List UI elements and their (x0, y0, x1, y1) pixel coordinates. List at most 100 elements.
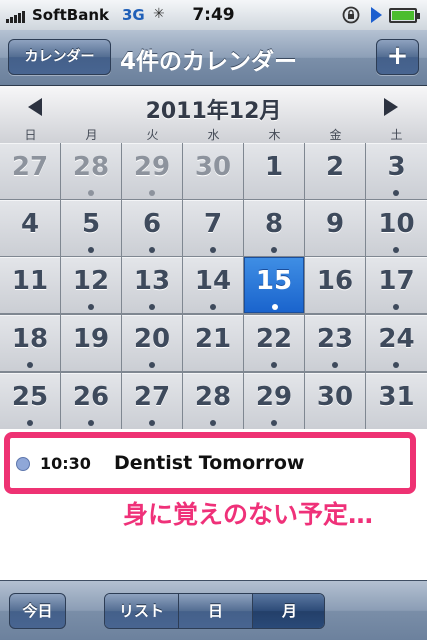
day-cell[interactable]: 28 (183, 373, 243, 429)
event-list: 10:30 Dentist Tomorrow 身に覚えのない予定… (0, 429, 427, 580)
day-cell[interactable]: 28 (61, 143, 121, 199)
day-number: 24 (378, 324, 415, 354)
event-dot-icon (210, 420, 216, 426)
day-cell[interactable]: 27 (0, 143, 60, 199)
day-cell[interactable]: 2 (305, 143, 365, 199)
day-number: 21 (194, 324, 232, 354)
rotation-lock-icon (342, 6, 360, 24)
segment-month[interactable]: 月 (253, 594, 324, 628)
day-cell[interactable]: 21 (183, 315, 243, 371)
day-cell[interactable]: 24 (366, 315, 427, 371)
day-number: 2 (325, 152, 345, 182)
day-number: 25 (11, 382, 49, 412)
day-number: 30 (316, 382, 354, 412)
day-number: 13 (133, 266, 171, 296)
day-cell[interactable]: 22 (244, 315, 304, 371)
day-cell[interactable]: 19 (61, 315, 121, 371)
day-cell[interactable]: 29 (122, 143, 182, 199)
day-number: 6 (142, 209, 162, 239)
day-cell[interactable]: 4 (0, 200, 60, 256)
event-dot-icon (149, 420, 155, 426)
day-cell[interactable]: 6 (122, 200, 182, 256)
status-bar: SoftBank 3G ✳ 7:49 (0, 0, 427, 30)
month-title: 2011年12月 (145, 99, 282, 124)
event-dot-icon (393, 247, 399, 253)
day-number: 30 (194, 152, 232, 182)
event-time: 10:30 (40, 454, 91, 473)
view-segmented-control: リスト 日 月 (104, 593, 325, 629)
next-month-arrow-icon[interactable] (384, 98, 398, 116)
event-dot-icon (332, 362, 338, 368)
day-number: 10 (378, 209, 415, 239)
today-button[interactable]: 今日 (9, 593, 66, 629)
event-dot-icon (271, 247, 277, 253)
event-dot-icon (272, 304, 278, 310)
day-cell[interactable]: 12 (61, 257, 121, 313)
day-cell[interactable]: 11 (0, 257, 60, 313)
page-title: 4件のカレンダー (120, 49, 298, 75)
day-number: 26 (72, 382, 110, 412)
day-number: 8 (264, 209, 284, 239)
annotation-caption: 身に覚えのない予定… (122, 500, 373, 529)
event-dot-icon (149, 362, 155, 368)
day-number: 20 (133, 324, 171, 354)
event-row[interactable]: 10:30 Dentist Tomorrow (4, 432, 416, 494)
day-cell[interactable]: 30 (183, 143, 243, 199)
day-number: 22 (255, 324, 293, 354)
event-dot-icon (271, 362, 277, 368)
calendar-grid: 27 28 29 30 1 2 3 4 5 6 7 8 9 10 11 12 13 14 15 16 17 18 19 20 2… (0, 143, 427, 429)
day-cell[interactable]: 13 (122, 257, 182, 313)
day-cell[interactable]: 9 (305, 200, 365, 256)
day-number: 28 (194, 382, 232, 412)
weekday-label: 水 (207, 128, 220, 142)
weekday-label: 日 (24, 128, 37, 142)
day-number: 14 (194, 266, 232, 296)
day-cell[interactable]: 8 (244, 200, 304, 256)
navigation-bar: カレンダー 4件のカレンダー + (0, 30, 427, 86)
day-cell[interactable]: 26 (61, 373, 121, 429)
day-cell[interactable]: 7 (183, 200, 243, 256)
event-dot-icon (27, 362, 33, 368)
day-number: 29 (133, 152, 171, 182)
day-cell[interactable]: 25 (0, 373, 60, 429)
day-number: 9 (325, 209, 345, 239)
day-number: 18 (11, 324, 49, 354)
day-cell[interactable]: 16 (305, 257, 365, 313)
day-cell[interactable]: 20 (122, 315, 182, 371)
day-number: 11 (11, 266, 49, 296)
day-number: 17 (378, 266, 415, 296)
weekday-label: 土 (390, 128, 403, 142)
day-cell[interactable]: 3 (366, 143, 427, 199)
day-number: 31 (378, 382, 415, 412)
day-cell[interactable]: 31 (366, 373, 427, 429)
day-cell[interactable]: 27 (122, 373, 182, 429)
add-event-button[interactable]: + (376, 39, 419, 75)
weekday-label: 金 (329, 128, 342, 142)
weekday-label: 月 (85, 128, 98, 142)
day-cell[interactable]: 17 (366, 257, 427, 313)
day-number: 7 (203, 209, 223, 239)
day-cell[interactable]: 5 (61, 200, 121, 256)
day-cell[interactable]: 10 (366, 200, 427, 256)
day-cell[interactable]: 14 (183, 257, 243, 313)
event-title: Dentist Tomorrow (114, 452, 305, 474)
segment-list[interactable]: リスト (105, 594, 179, 628)
day-cell[interactable]: 1 (244, 143, 304, 199)
day-number: 3 (387, 152, 406, 182)
calendars-button[interactable]: カレンダー (8, 39, 111, 75)
day-cell[interactable]: 29 (244, 373, 304, 429)
day-number: 28 (72, 152, 110, 182)
event-dot-icon (393, 304, 399, 310)
day-cell[interactable]: 18 (0, 315, 60, 371)
day-cell[interactable]: 15 (244, 257, 304, 313)
day-number: 27 (11, 152, 49, 182)
day-cell[interactable]: 30 (305, 373, 365, 429)
event-dot-icon (149, 247, 155, 253)
day-number: 5 (81, 209, 101, 239)
month-header: 2011年12月 日 月 火 水 木 金 土 (0, 86, 427, 143)
play-icon (371, 7, 382, 23)
day-number: 29 (255, 382, 293, 412)
day-cell[interactable]: 23 (305, 315, 365, 371)
event-dot-icon (210, 304, 216, 310)
segment-day[interactable]: 日 (179, 594, 253, 628)
